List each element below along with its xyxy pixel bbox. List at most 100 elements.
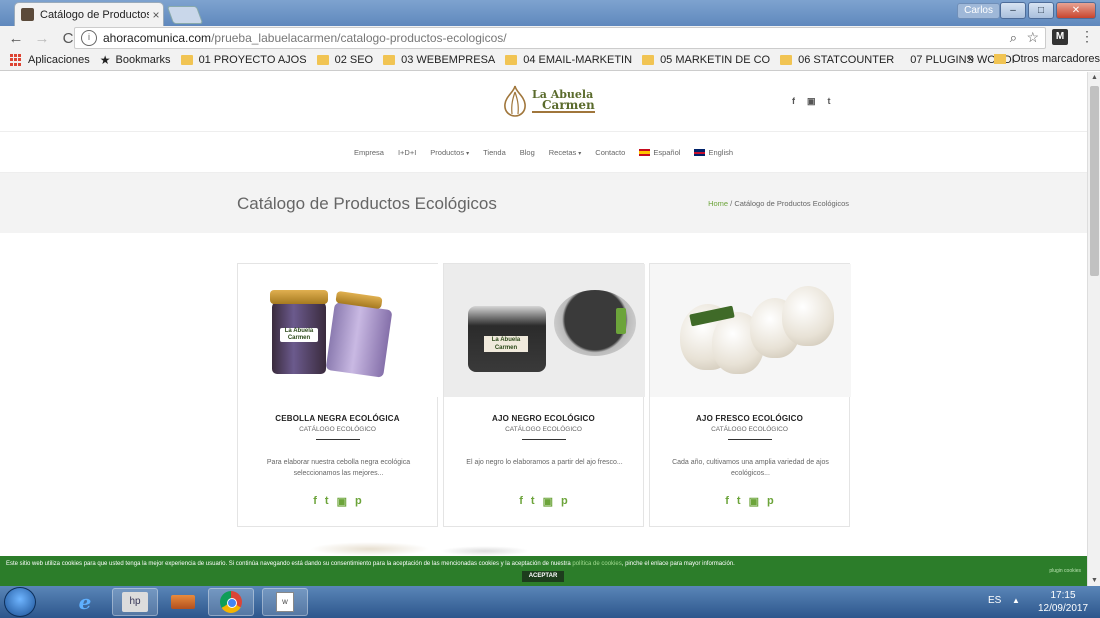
nav-label: English: [708, 147, 734, 157]
twitter-icon[interactable]: t: [531, 495, 535, 508]
product-card[interactable]: AJO FRESCO ECOLÓGICO CATÁLOGO ECOLÓGICO …: [649, 263, 851, 527]
product-category[interactable]: CATÁLOGO ECOLÓGICO: [650, 426, 849, 433]
youtube-icon[interactable]: ▣: [543, 495, 553, 508]
facebook-icon[interactable]: f: [313, 495, 317, 508]
bookmark-folder[interactable]: 04 EMAIL-MARKETIN: [505, 54, 632, 66]
nav-label: Recetas: [548, 147, 577, 157]
document-app-icon[interactable]: W: [262, 588, 308, 616]
system-clock[interactable]: 17:15 12/09/2017: [1030, 589, 1096, 615]
product-description: El ajo negro lo elaboramos a partir del …: [466, 459, 623, 466]
nav-item-productos[interactable]: Productos ▾: [430, 148, 469, 157]
uk-flag-icon: [694, 149, 706, 157]
product-image-ajo-negro[interactable]: La Abuela Carmen: [444, 264, 645, 397]
product-image-ajo-fresco[interactable]: [650, 264, 851, 397]
bookmark-bookmarks[interactable]: ★ Bookmarks: [100, 53, 171, 67]
bookmark-folder[interactable]: 03 WEBEMPRESA: [383, 54, 495, 66]
bookmark-folder[interactable]: 01 PROYECTO AJOS: [180, 54, 307, 66]
address-bar[interactable]: i ahoracomunica.com/prueba_labuelacarmen…: [74, 27, 1046, 49]
url-path: /prueba_labuelacarmen/catalogo-productos…: [211, 31, 507, 45]
tab-close-icon[interactable]: ×: [149, 8, 163, 22]
nav-item-contacto[interactable]: Contacto: [595, 148, 625, 157]
product-image-cebolla-negra[interactable]: La Abuela Carmen: [238, 264, 439, 397]
hp-app-icon[interactable]: hp: [112, 588, 158, 616]
youtube-icon[interactable]: ▣: [337, 495, 347, 508]
zoom-icon[interactable]: ⌕: [1010, 30, 1017, 46]
web-page: La Abuela Carmen f ▣ t Empresa I+D+I Pro…: [0, 72, 1087, 556]
youtube-icon[interactable]: ▣: [749, 495, 759, 508]
product-category[interactable]: CATÁLOGO ECOLÓGICO: [238, 426, 437, 433]
nav-item-empresa[interactable]: Empresa: [354, 148, 384, 157]
product-name[interactable]: CEBOLLA NEGRA ECOLÓGICA: [238, 414, 437, 423]
bookmark-label: 03 WEBEMPRESA: [401, 54, 496, 66]
doc-label: W: [276, 592, 294, 612]
browser-menu-icon[interactable]: ⋮: [1080, 28, 1094, 45]
page-scrollbar[interactable]: ▲ ▼: [1087, 72, 1100, 586]
site-info-icon[interactable]: i: [81, 30, 97, 46]
twitter-icon[interactable]: t: [828, 96, 831, 107]
chrome-app-icon[interactable]: [208, 588, 254, 616]
mail-app-icon[interactable]: [160, 588, 206, 616]
scroll-thumb[interactable]: [1090, 86, 1099, 276]
hp-label: hp: [122, 592, 148, 612]
scroll-up-icon[interactable]: ▲: [1091, 74, 1098, 81]
bookmark-star-icon[interactable]: ☆: [1026, 29, 1039, 46]
plugin-cookies-link[interactable]: plugin cookies: [1049, 568, 1081, 574]
maximize-button[interactable]: □: [1028, 2, 1054, 19]
scroll-down-icon[interactable]: ▼: [1091, 577, 1098, 584]
folder-icon: [383, 55, 396, 65]
bookmark-label: Aplicaciones: [28, 54, 90, 66]
tray-expand-icon[interactable]: ▲: [1012, 596, 1020, 605]
bookmark-label: Otros marcadores: [1012, 53, 1100, 65]
facebook-icon[interactable]: f: [725, 495, 729, 508]
extension-icon[interactable]: M: [1052, 29, 1068, 45]
page-title: Catálogo de Productos Ecológicos: [237, 194, 497, 213]
accept-cookies-button[interactable]: ACEPTAR: [522, 571, 564, 582]
bookmark-folder[interactable]: 02 SEO: [316, 54, 373, 66]
pinterest-icon[interactable]: p: [561, 495, 568, 508]
browser-titlebar: Catálogo de Productos E × Carlos – □ ✕: [0, 0, 1100, 26]
nav-item-recetas[interactable]: Recetas ▾: [549, 148, 582, 157]
product-name[interactable]: AJO FRESCO ECOLÓGICO: [650, 414, 849, 423]
site-logo[interactable]: La Abuela Carmen: [500, 84, 595, 118]
start-button[interactable]: [4, 587, 36, 617]
breadcrumb-home-link[interactable]: Home: [708, 199, 728, 208]
nav-item-blog[interactable]: Blog: [520, 148, 535, 157]
nav-item-tienda[interactable]: Tienda: [483, 148, 506, 157]
youtube-icon[interactable]: ▣: [807, 96, 816, 107]
product-card[interactable]: La Abuela Carmen AJO NEGRO ECOLÓGICO CATÁ…: [443, 263, 645, 527]
product-category[interactable]: CATÁLOGO ECOLÓGICO: [444, 426, 643, 433]
product-card[interactable]: La Abuela Carmen CEBOLLA NEGRA ECOLÓGICA …: [237, 263, 439, 527]
apps-grid-icon: [10, 54, 22, 66]
internet-explorer-icon[interactable]: e: [62, 588, 108, 616]
twitter-icon[interactable]: t: [325, 495, 329, 508]
forward-button[interactable]: →: [32, 30, 52, 47]
cookie-policy-link[interactable]: política de cookies: [572, 561, 621, 567]
language-indicator[interactable]: ES: [988, 595, 1001, 606]
browser-tab[interactable]: Catálogo de Productos E ×: [14, 2, 164, 26]
main-nav: Empresa I+D+I Productos ▾ Tienda Blog Rec…: [0, 131, 1087, 173]
facebook-icon[interactable]: f: [519, 495, 523, 508]
facebook-icon[interactable]: f: [792, 96, 795, 107]
bookmarks-overflow-button[interactable]: »: [968, 53, 974, 65]
folder-icon: [780, 55, 793, 65]
product-name[interactable]: AJO NEGRO ECOLÓGICO: [444, 414, 643, 423]
close-window-button[interactable]: ✕: [1056, 2, 1096, 19]
bookmark-folder[interactable]: 06 STATCOUNTER: [780, 54, 894, 66]
breadcrumb-current: Catálogo de Productos Ecológicos: [734, 199, 849, 208]
bookmark-other[interactable]: Otros marcadores: [994, 53, 1100, 65]
back-button[interactable]: ←: [6, 30, 26, 47]
profile-button[interactable]: Carlos: [957, 3, 1000, 19]
pinterest-icon[interactable]: p: [355, 495, 362, 508]
twitter-icon[interactable]: t: [737, 495, 741, 508]
clock-date: 12/09/2017: [1037, 603, 1089, 614]
folder-icon: [505, 55, 518, 65]
nav-item-english[interactable]: English: [694, 148, 733, 157]
chevron-down-icon: ▾: [578, 150, 582, 157]
bookmark-folder[interactable]: 05 MARKETIN DE CO: [642, 54, 770, 66]
pinterest-icon[interactable]: p: [767, 495, 774, 508]
bookmark-apps[interactable]: Aplicaciones: [10, 54, 90, 66]
nav-item-espanol[interactable]: Español: [639, 148, 680, 157]
minimize-button[interactable]: –: [1000, 2, 1026, 19]
nav-item-idi[interactable]: I+D+I: [398, 148, 416, 157]
new-tab-button[interactable]: [166, 6, 204, 24]
